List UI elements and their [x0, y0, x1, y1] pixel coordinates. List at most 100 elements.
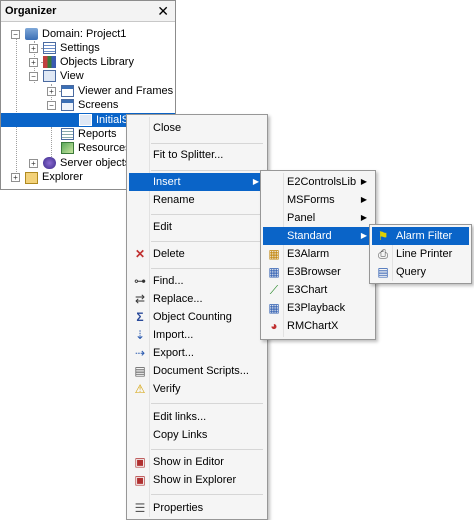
- menu-item-label: Viewer and Frames: [78, 85, 174, 97]
- menu-item-find[interactable]: ⊶ Find...: [129, 272, 265, 290]
- menu-item-e2controlslib[interactable]: E2ControlsLib ▶: [263, 173, 373, 191]
- menu-item-panel[interactable]: Panel ▶: [263, 209, 373, 227]
- menu-item-label: View: [60, 70, 84, 82]
- menu-item-verify[interactable]: ⚠ Verify: [129, 380, 265, 398]
- e3browser-icon: ▦: [268, 265, 280, 279]
- menu-item-query[interactable]: ▤ Query: [372, 263, 469, 281]
- show-editor-icon: ▣: [134, 455, 146, 469]
- menu-item-label: MSForms: [287, 194, 335, 206]
- menu-item-show-in-explorer[interactable]: ▣ Show in Explorer: [129, 471, 265, 489]
- menu-item-e3playback[interactable]: ▦ E3Playback: [263, 299, 373, 317]
- menu-item-import[interactable]: ⇣ Import...: [129, 326, 265, 344]
- menu-item-label: Show in Explorer: [153, 474, 237, 486]
- collapse-icon[interactable]: −: [47, 101, 56, 110]
- expand-icon[interactable]: +: [29, 44, 38, 53]
- menu-item-label: Server objects: [60, 157, 131, 169]
- menu-item-msforms[interactable]: MSForms ▶: [263, 191, 373, 209]
- domain-icon: [25, 28, 38, 40]
- menu-item-insert[interactable]: Insert ▶: [129, 173, 265, 191]
- delete-x-icon: ✕: [134, 247, 146, 261]
- menu-item-label: E3Browser: [287, 266, 341, 278]
- menu-item-rename[interactable]: Rename: [129, 191, 265, 209]
- rmchart-icon: ◕: [270, 319, 278, 333]
- menu-item-label: Line Printer: [396, 248, 453, 260]
- menu-item-label: RMChartX: [287, 320, 339, 332]
- submenu-arrow-icon: ▶: [252, 177, 259, 186]
- menu-item-label: Query: [396, 266, 426, 278]
- organizer-title: Organizer: [5, 5, 57, 17]
- menu-item-copy-links[interactable]: Copy Links: [129, 426, 265, 444]
- menu-item-standard[interactable]: Standard ▶: [263, 227, 373, 245]
- query-icon: ▤: [377, 265, 389, 279]
- menu-item-label: Import...: [153, 329, 194, 341]
- menu-item-delete[interactable]: ✕ Delete: [129, 245, 265, 263]
- expand-icon[interactable]: +: [47, 87, 56, 96]
- menu-item-label: E3Playback: [287, 302, 346, 314]
- menu-item-close[interactable]: Close: [129, 119, 265, 137]
- menu-item-label: Document Scripts...: [153, 365, 249, 377]
- menu-item-label: Properties: [153, 502, 204, 514]
- menu-item-label: Verify: [153, 383, 181, 395]
- show-explorer-icon: ▣: [134, 473, 146, 487]
- folder-icon: [25, 172, 38, 184]
- menu-item-label: Replace...: [153, 293, 203, 305]
- collapse-icon[interactable]: −: [11, 30, 20, 39]
- submenu-arrow-icon: ▶: [360, 213, 367, 222]
- menu-item-alarm-filter[interactable]: ⚑ Alarm Filter: [372, 227, 469, 245]
- submenu-arrow-icon: ▶: [360, 177, 367, 186]
- menu-item-rmchartx[interactable]: ◕ RMChartX: [263, 317, 373, 335]
- menu-item-e3browser[interactable]: ▦ E3Browser: [263, 263, 373, 281]
- menu-item-label: Close: [153, 122, 182, 134]
- menu-item-object-counting[interactable]: Σ Object Counting: [129, 308, 265, 326]
- menu-item-label: Reports: [78, 128, 117, 140]
- settings-icon: [43, 42, 56, 54]
- menu-item-label: E2ControlsLib: [287, 176, 357, 188]
- menu-separator: [151, 170, 263, 171]
- expand-icon[interactable]: +: [11, 173, 20, 182]
- tree-connector-line: [16, 34, 17, 182]
- menu-item-export[interactable]: ⇢ Export...: [129, 344, 265, 362]
- menu-item-document-scripts[interactable]: ▤ Document Scripts...: [129, 362, 265, 380]
- menu-item-properties[interactable]: ☰ Properties: [129, 499, 265, 517]
- close-icon[interactable]: ✕: [157, 1, 169, 21]
- expand-icon[interactable]: +: [29, 58, 38, 67]
- menu-separator: [151, 449, 263, 450]
- organizer-title-bar: Organizer ✕: [1, 1, 175, 22]
- menu-item-label: Edit: [153, 221, 172, 233]
- menu-item-label: E3Alarm: [287, 248, 330, 260]
- menu-item-label: Rename: [153, 194, 195, 206]
- menu-separator: [151, 214, 263, 215]
- menu-item-edit-links[interactable]: Edit links...: [129, 408, 265, 426]
- menu-item-label: Export...: [153, 347, 194, 359]
- menu-item-label: Standard: [287, 230, 332, 242]
- import-icon: ⇣: [134, 328, 146, 342]
- menu-item-label: Copy Links: [153, 429, 208, 441]
- e3alarm-icon: ▦: [268, 247, 280, 261]
- menu-item-label: Insert: [153, 176, 181, 188]
- menu-item-edit[interactable]: Edit: [129, 218, 265, 236]
- menu-item-e3chart[interactable]: ⟋ E3Chart: [263, 281, 373, 299]
- resources-icon: [61, 142, 74, 154]
- printer-icon: ⎙: [378, 247, 388, 261]
- export-icon: ⇢: [134, 346, 146, 360]
- view-icon: [43, 70, 56, 82]
- submenu-arrow-icon: ▶: [360, 231, 367, 240]
- collapse-icon[interactable]: −: [29, 72, 38, 81]
- menu-item-label: Fit to Splitter...: [153, 149, 224, 161]
- menu-item-line-printer[interactable]: ⎙ Line Printer: [372, 245, 469, 263]
- menu-item-fit-to-splitter[interactable]: Fit to Splitter...: [129, 146, 265, 164]
- expand-icon[interactable]: +: [29, 159, 38, 168]
- menu-item-replace[interactable]: ⇄ Replace...: [129, 290, 265, 308]
- menu-item-show-in-editor[interactable]: ▣ Show in Editor: [129, 453, 265, 471]
- sigma-icon: Σ: [136, 310, 144, 324]
- menu-item-label: Resources: [78, 142, 131, 154]
- menu-separator: [151, 403, 263, 404]
- library-icon: [43, 56, 56, 68]
- e3chart-icon: ⟋: [269, 283, 279, 297]
- menu-separator: [151, 241, 263, 242]
- screens-icon: [61, 99, 74, 111]
- scripts-icon: ▤: [134, 364, 146, 378]
- menu-item-e3alarm[interactable]: ▦ E3Alarm: [263, 245, 373, 263]
- menu-separator: [151, 494, 263, 495]
- menu-item-label: Domain: Project1: [42, 28, 127, 40]
